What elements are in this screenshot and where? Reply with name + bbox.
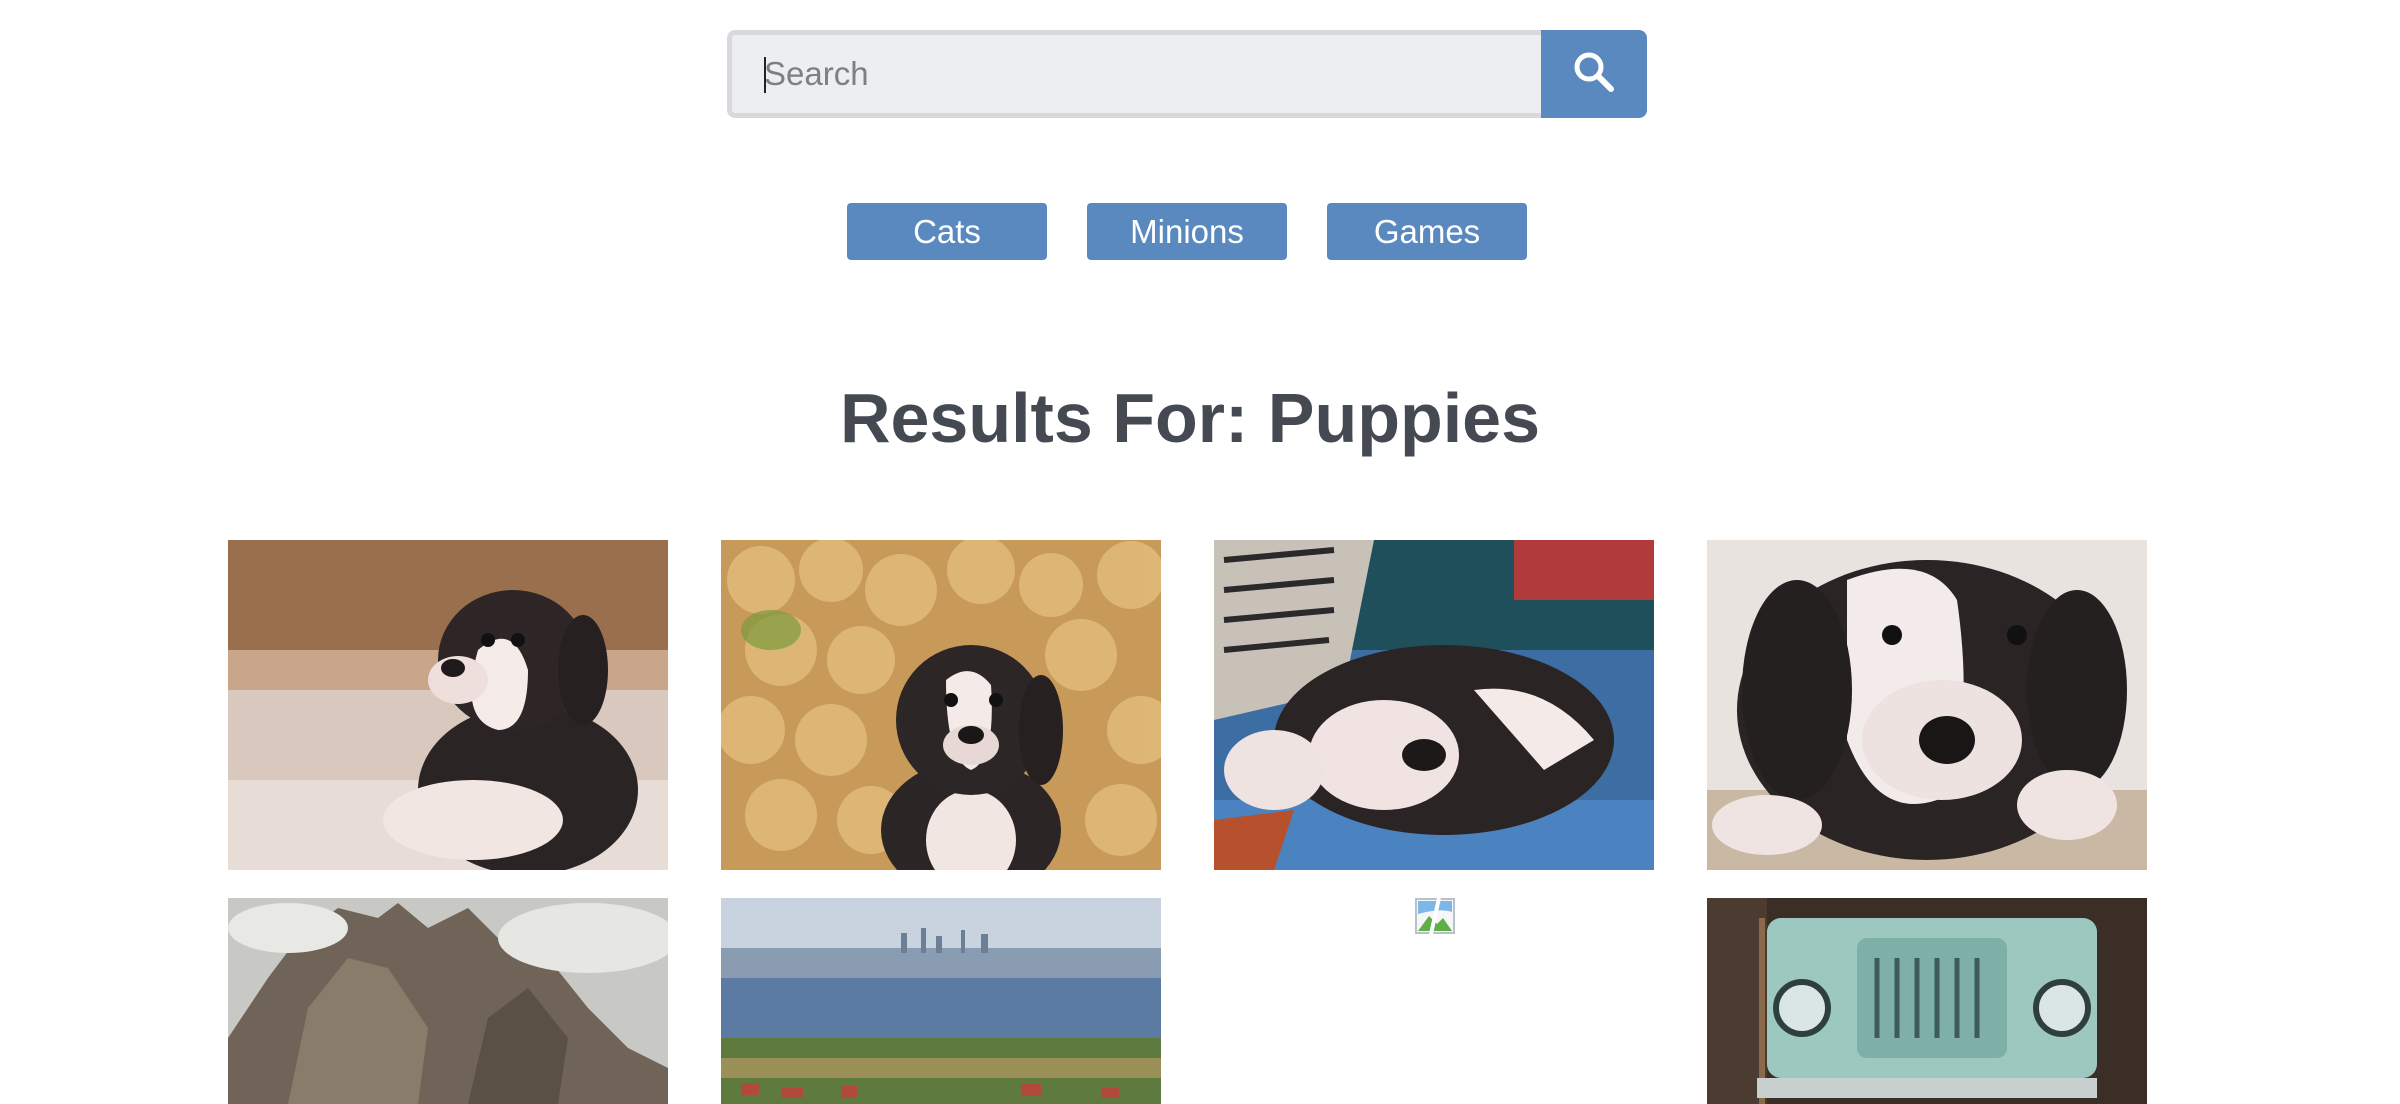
result-image-3[interactable] — [1214, 540, 1654, 870]
category-button-minions[interactable]: Minions — [1087, 203, 1287, 260]
text-caret — [764, 57, 766, 93]
category-buttons: Cats Minions Games — [847, 203, 1527, 260]
search-icon — [1572, 50, 1616, 99]
search-input[interactable] — [727, 30, 1541, 118]
results-title: Results For: Puppies — [839, 379, 1541, 457]
result-image-5[interactable] — [228, 898, 668, 1104]
result-image-4[interactable] — [1707, 540, 2147, 870]
search-button[interactable] — [1541, 30, 1647, 118]
broken-image-icon — [1415, 897, 1455, 935]
result-image-2[interactable] — [721, 540, 1161, 870]
category-button-cats[interactable]: Cats — [847, 203, 1047, 260]
category-button-games[interactable]: Games — [1327, 203, 1527, 260]
result-image-6[interactable] — [721, 898, 1161, 1104]
result-image-1[interactable] — [228, 540, 668, 870]
result-image-8[interactable] — [1707, 898, 2147, 1104]
search-bar — [727, 30, 1647, 118]
